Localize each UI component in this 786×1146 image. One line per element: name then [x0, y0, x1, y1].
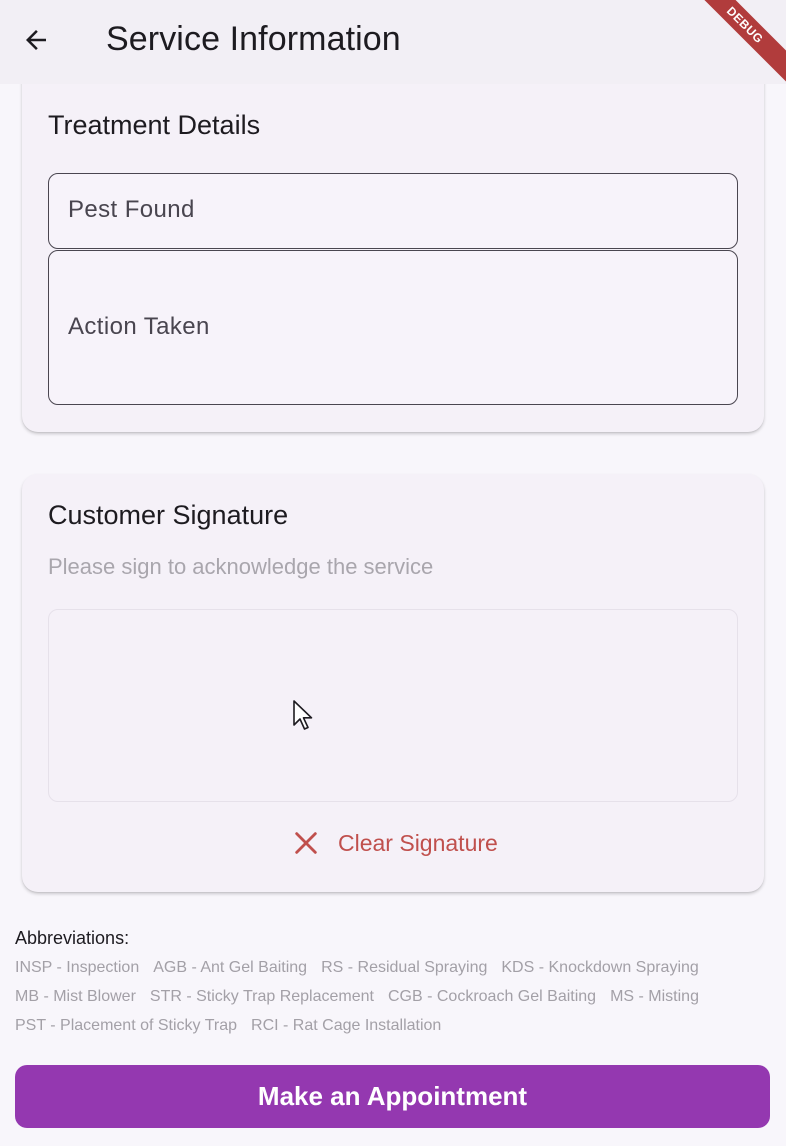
- make-appointment-button[interactable]: Make an Appointment: [15, 1065, 770, 1128]
- signature-pad[interactable]: [48, 609, 738, 802]
- back-button[interactable]: [18, 22, 54, 58]
- abbreviation-item: AGB - Ant Gel Baiting: [153, 959, 308, 976]
- abbreviation-item: KDS - Knockdown Spraying: [501, 959, 699, 976]
- app-bar: Service Information: [0, 0, 786, 84]
- debug-label: DEBUG: [696, 0, 786, 86]
- close-icon: [295, 832, 317, 854]
- pest-found-label: Pest Found: [68, 196, 195, 223]
- debug-banner: DEBUG: [696, 0, 786, 90]
- abbreviation-item: MB - Mist Blower: [15, 988, 136, 1005]
- abbreviations-list: INSP - Inspection AGB - Ant Gel Baiting …: [15, 958, 755, 1036]
- mouse-pointer-icon: [293, 700, 313, 730]
- treatment-details-card: Treatment Details Pest Found Action Take…: [22, 60, 764, 432]
- abbreviation-item: STR - Sticky Trap Replacement: [149, 988, 374, 1005]
- abbreviation-item: INSP - Inspection: [15, 959, 140, 976]
- customer-signature-title: Customer Signature: [48, 500, 289, 530]
- clear-signature-button[interactable]: Clear Signature: [292, 826, 498, 860]
- abbreviation-item: MS - Misting: [610, 988, 699, 1005]
- action-taken-field[interactable]: Action Taken: [48, 250, 738, 405]
- signature-subtitle: Please sign to acknowledge the service: [48, 554, 434, 579]
- clear-signature-label: Clear Signature: [338, 829, 498, 856]
- abbreviation-item: RS - Residual Spraying: [321, 959, 488, 976]
- pest-found-field[interactable]: Pest Found: [48, 173, 738, 249]
- abbreviation-item: PST - Placement of Sticky Trap: [15, 1017, 238, 1034]
- abbreviation-item: RCI - Rat Cage Installation: [251, 1017, 442, 1034]
- abbreviation-item: CGB - Cockroach Gel Baiting: [387, 988, 597, 1005]
- action-taken-label: Action Taken: [68, 313, 210, 340]
- treatment-details-title: Treatment Details: [48, 110, 261, 140]
- arrow-left-icon: [26, 30, 46, 50]
- page-title: Service Information: [106, 20, 401, 58]
- abbreviations-heading: Abbreviations:: [15, 928, 130, 948]
- customer-signature-card: Customer Signature Please sign to acknow…: [22, 474, 764, 892]
